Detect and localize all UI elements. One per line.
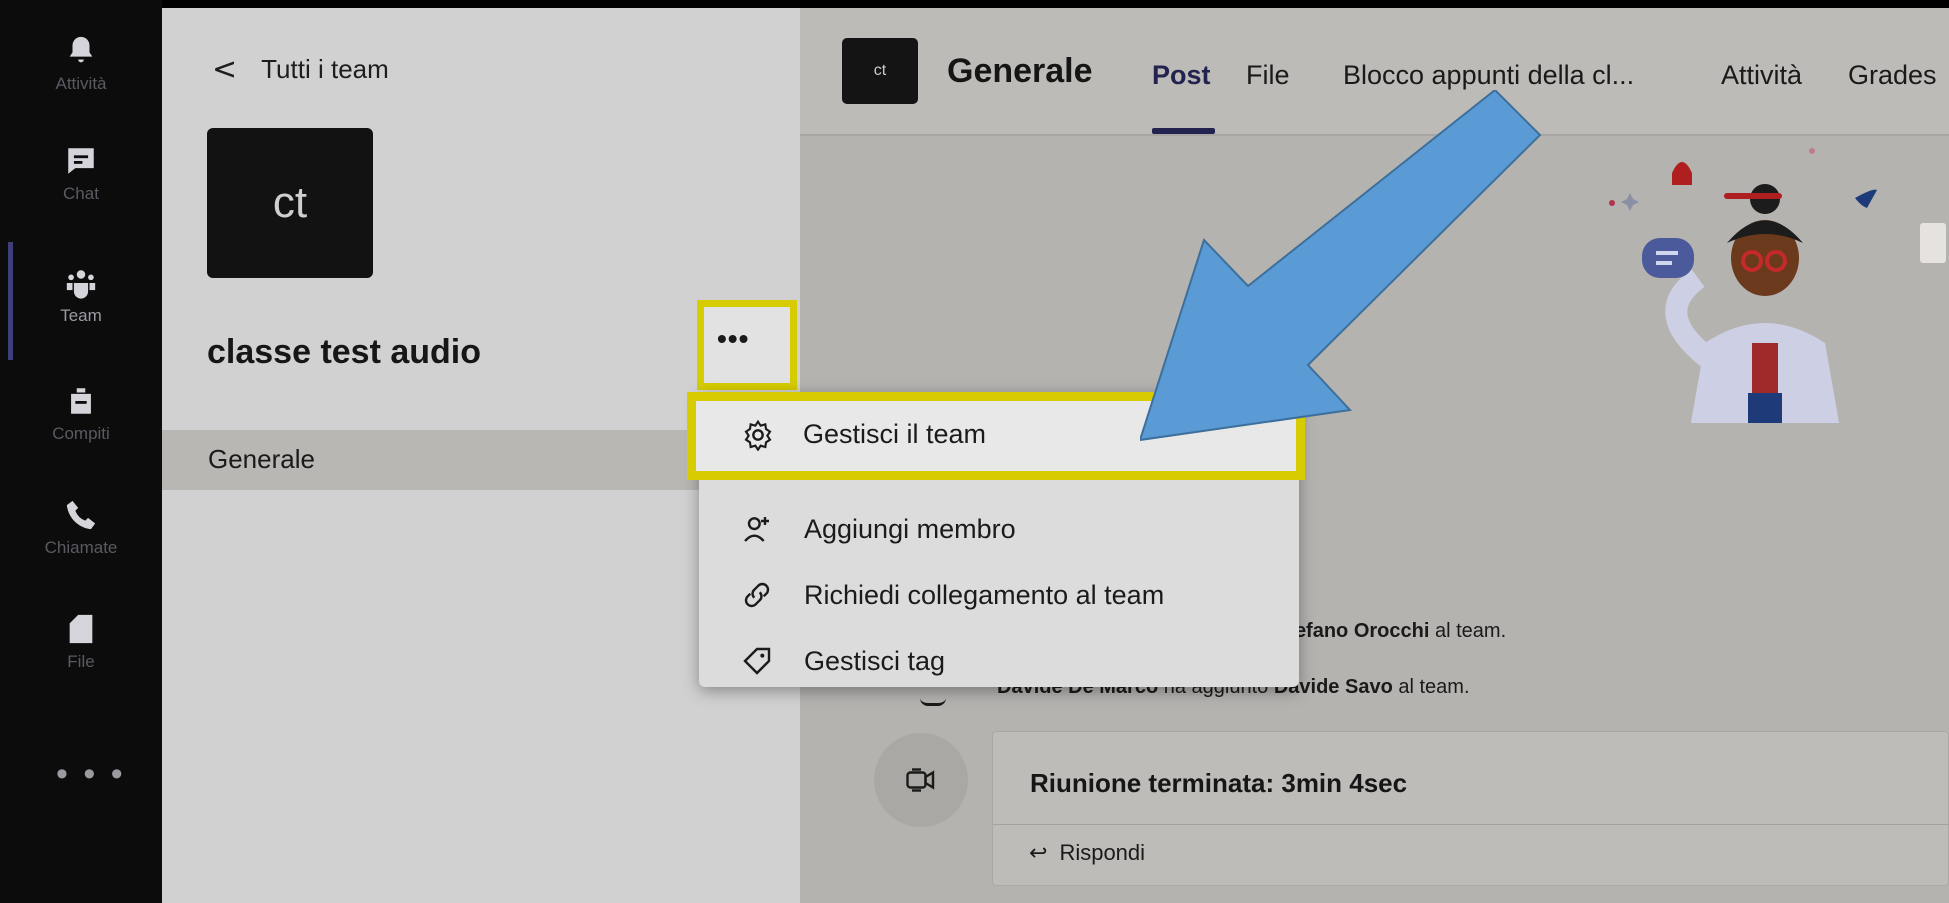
menu-item-add-member[interactable]: Aggiungi membro (699, 496, 1299, 562)
annotation-arrow (1140, 90, 1542, 442)
welcome-illustration (1609, 148, 1946, 423)
menu-label-add-member: Aggiungi membro (804, 513, 1016, 544)
tag-icon (739, 643, 775, 679)
person-icon (920, 698, 946, 706)
tab-grades[interactable]: Grades (1848, 60, 1937, 91)
rail-item-teams[interactable]: Team (0, 246, 162, 346)
video-camera-icon (906, 768, 935, 792)
link-icon (739, 577, 775, 613)
rail-item-files[interactable]: File (0, 592, 162, 692)
teams-icon (66, 270, 96, 299)
bell-icon (69, 36, 93, 63)
menu-label-manage-team: Gestisci il team (803, 419, 987, 449)
menu-item-manage-tags[interactable]: Gestisci tag (699, 628, 1299, 694)
chevron-left-icon: < (212, 52, 238, 87)
menu-label-manage-tags: Gestisci tag (804, 645, 946, 676)
tab-post[interactable]: Post (1152, 60, 1211, 91)
app-rail: Attività Chat Team Compiti Chiamate File… (0, 0, 162, 903)
tab-file[interactable]: File (1246, 60, 1290, 91)
menu-item-get-link[interactable]: Richiedi collegamento al team (699, 562, 1299, 628)
rail-label-teams: Team (60, 306, 102, 325)
menu-label-get-link: Richiedi collegamento al team (804, 579, 1165, 610)
backpack-icon (71, 388, 91, 414)
more-options-button[interactable]: ••• (717, 323, 749, 355)
rail-item-chat[interactable]: Chat (0, 124, 162, 224)
team-avatar: ct (207, 128, 373, 278)
meeting-title: Riunione terminata: 3min 4sec (1030, 768, 1408, 798)
reply-label: Rispondi (1059, 840, 1146, 865)
back-to-all-teams[interactable]: < Tutti i team (212, 52, 389, 87)
activity-1-suffix: al team. (1434, 620, 1507, 642)
reply-button[interactable]: ↩ Rispondi (1029, 840, 1145, 866)
rail-item-assignments[interactable]: Compiti (0, 364, 162, 464)
rail-item-activity[interactable]: Attività (0, 14, 162, 114)
phone-icon (66, 500, 96, 530)
more-apps-button[interactable]: • • • (56, 755, 126, 794)
rail-label-assignments: Compiti (52, 424, 110, 443)
meeting-divider (993, 824, 1949, 825)
rail-item-calls[interactable]: Chiamate (0, 478, 162, 578)
team-name: classe test audio (207, 333, 482, 371)
rail-label-activity: Attività (55, 74, 107, 93)
meeting-icon-circle (874, 733, 968, 827)
tab-activity[interactable]: Attività (1721, 60, 1802, 91)
reply-arrow-icon: ↩ (1029, 840, 1048, 866)
channel-title: Generale (947, 52, 1093, 90)
channel-avatar: ct (842, 38, 918, 104)
channel-label: Generale (208, 444, 315, 474)
back-label: Tutti i team (261, 54, 389, 84)
add-person-icon (739, 511, 775, 547)
gear-icon (740, 417, 776, 453)
rail-label-chat: Chat (63, 184, 99, 203)
rail-label-calls: Chiamate (44, 538, 118, 557)
chat-icon (68, 148, 94, 174)
file-icon (69, 614, 93, 644)
rail-label-files: File (67, 652, 95, 671)
activity-2-suffix: al team. (1398, 676, 1470, 698)
tab-notebook[interactable]: Blocco appunti della cl... (1343, 60, 1634, 91)
meeting-card: Riunione terminata: 3min 4sec ↩ Rispondi (992, 731, 1949, 886)
